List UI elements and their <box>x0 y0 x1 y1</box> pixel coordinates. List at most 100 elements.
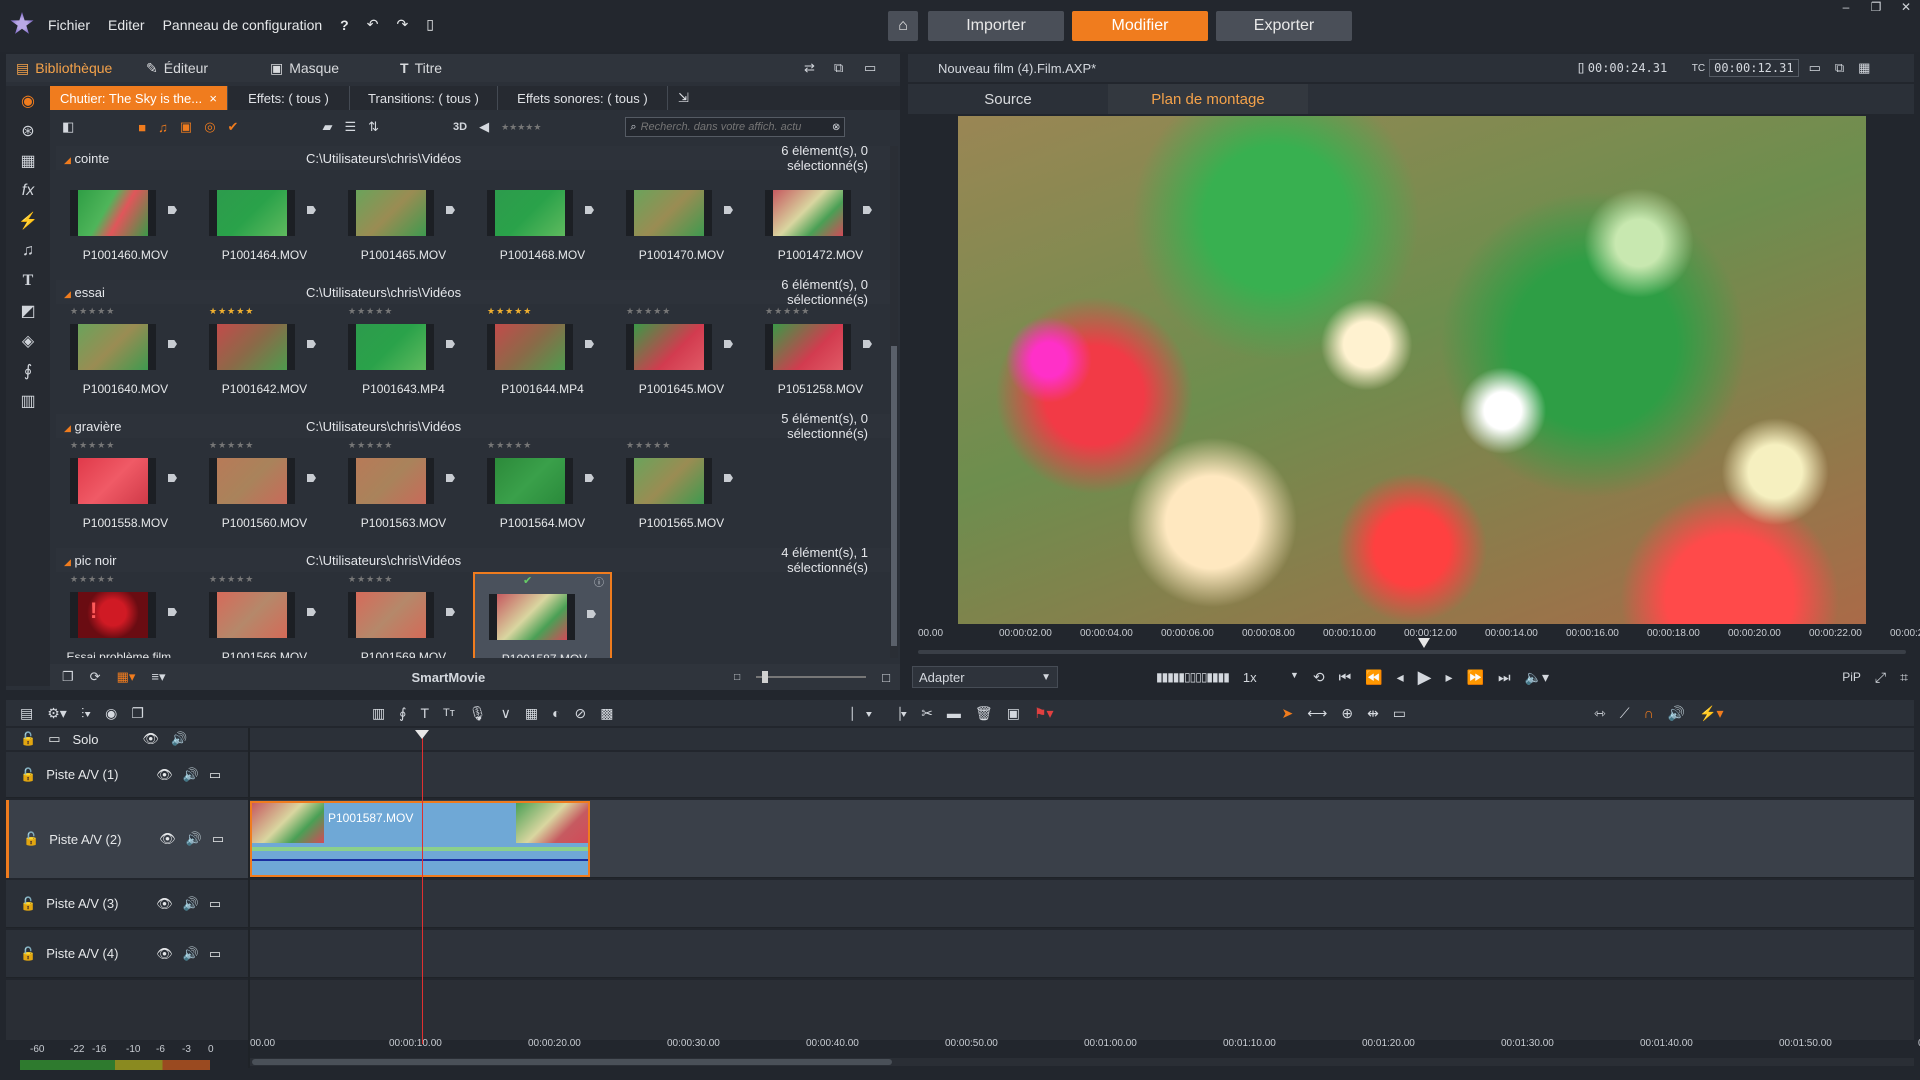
media-thumbnail[interactable]: ★★★★★ P1001564.MOV <box>473 438 612 548</box>
rating-stars[interactable]: ★★★★★ <box>487 440 532 451</box>
collapse-icon[interactable]: ◢ <box>64 557 71 567</box>
pin-icon[interactable]: ⇲ <box>668 86 699 110</box>
group-header[interactable]: ◢ essai C:\Utilisateurs\chris\Vidéos 6 é… <box>56 277 890 307</box>
eye-icon[interactable]: 👁 <box>156 946 173 962</box>
media-thumbnail[interactable]: ★★★★★ P1001642.MOV <box>195 304 334 414</box>
smartmovie-button[interactable]: SmartMovie <box>412 670 486 685</box>
media-thumbnail[interactable]: ★★★★★ P1001560.MOV <box>195 438 334 548</box>
large-thumb-icon[interactable]: □ <box>882 670 890 685</box>
rating-stars[interactable]: ★★★★★ <box>209 440 254 451</box>
track-options-icon[interactable]: ⫶▾ <box>81 705 91 722</box>
previous-frame-icon[interactable]: ⏪ <box>1365 669 1382 686</box>
crop-icon[interactable]: ⌗ <box>1900 669 1908 686</box>
ripple-icon[interactable]: ▬ <box>947 705 961 721</box>
lock-icon[interactable]: 🔓 <box>20 767 36 783</box>
tag-icon[interactable]: ◀ <box>479 119 489 135</box>
snapshot-icon[interactable]: ▣ <box>1007 705 1020 722</box>
beat-icon[interactable]: ∨ <box>501 705 511 722</box>
selection-tool-icon[interactable]: ➤ <box>1282 705 1294 722</box>
marker-out-icon[interactable]: ⎹▾ <box>886 705 907 722</box>
player-playhead[interactable] <box>1418 638 1430 648</box>
tab-timeline[interactable]: Plan de montage <box>1108 84 1308 114</box>
close-tab-icon[interactable]: × <box>209 91 217 106</box>
lock-icon[interactable]: 🔓 <box>20 946 36 962</box>
small-thumb-icon[interactable]: □ <box>734 672 740 683</box>
collapse-icon[interactable]: ◢ <box>64 289 71 299</box>
timeline-empty-area[interactable] <box>6 980 1914 1040</box>
pip-button[interactable]: PiP <box>1842 670 1861 684</box>
timeline-ruler[interactable]: 00.00 00:00:10.00 00:00:20.00 00:00:30.00 00… <box>250 1038 1920 1054</box>
project-filter-icon[interactable]: ◎ <box>204 119 215 135</box>
tab-bin[interactable]: Chutier: The Sky is the... × <box>50 86 228 110</box>
clip-volume-line[interactable] <box>252 859 588 861</box>
trim-icon[interactable]: ⟷ <box>1307 705 1327 722</box>
player-layout-icon[interactable]: ▦ <box>1858 60 1870 76</box>
rating-stars[interactable]: ★★★★★ <box>348 306 393 317</box>
detach-player-icon[interactable]: ⧉ <box>1835 60 1844 76</box>
go-to-end-icon[interactable]: ⏭ <box>1498 669 1511 686</box>
lock-icon[interactable]: 🔓 <box>20 731 36 747</box>
menu-icon[interactable]: ≡▾ <box>151 669 165 685</box>
slip-icon[interactable]: ⊕ <box>1341 705 1353 722</box>
layout-icon[interactable]: ▭ <box>864 60 900 76</box>
go-to-start-icon[interactable]: ⏮ <box>1339 669 1352 686</box>
split-audio-icon[interactable]: ⇿ <box>1594 705 1606 722</box>
media-thumbnail[interactable]: ★★★★★ P1001565.MOV <box>612 438 751 548</box>
library-scrollbar[interactable] <box>890 146 898 658</box>
rating-stars[interactable]: ★★★★★ <box>765 306 810 317</box>
razor-icon[interactable]: ✂ <box>921 705 933 722</box>
grid-view-icon[interactable]: ▦▾ <box>117 669 136 685</box>
effects-icon[interactable]: ⊛ <box>6 116 50 146</box>
transitions-icon[interactable]: ⚡ <box>6 206 50 236</box>
lock-icon[interactable]: 🔓 <box>23 831 39 847</box>
rating-stars[interactable]: ★★★★★ <box>626 306 671 317</box>
search-input[interactable] <box>640 121 829 133</box>
bin-add-icon[interactable]: ◧ <box>62 119 74 135</box>
audio-mixer-icon[interactable]: ▥ <box>372 705 385 722</box>
multicam-icon[interactable]: ▦ <box>525 705 538 722</box>
tab-editor[interactable]: ✎ Éditeur <box>146 60 270 77</box>
volume-icon[interactable]: 🔈▾ <box>1525 669 1549 686</box>
media-thumbnail[interactable]: P1001464.MOV <box>195 170 334 280</box>
media-thumbnail[interactable]: ★★★★★ P1001566.MOV <box>195 572 334 658</box>
blend-icon[interactable]: ⊘ <box>575 705 587 722</box>
track-lane-3[interactable] <box>250 880 1914 928</box>
tab-title[interactable]: T Titre <box>400 60 530 76</box>
export-button[interactable]: Exporter <box>1216 11 1352 41</box>
tab-sound-effects[interactable]: Effets sonores: ( tous ) <box>498 86 668 110</box>
detach-icon[interactable]: ⧉ <box>834 60 864 76</box>
media-thumbnail[interactable]: P1001465.MOV <box>334 170 473 280</box>
magnet-icon[interactable]: ∩ <box>1644 705 1654 721</box>
swap-icon[interactable]: ⇄ <box>804 60 834 76</box>
tab-transitions[interactable]: Transitions: ( tous ) <box>350 86 498 110</box>
media-thumbnail[interactable]: ✔ⓘP1001587.MOV <box>473 572 612 658</box>
shuttle-control[interactable]: ▮▮▮▮▮▯▯▯▯▮▮▮▮ <box>1156 670 1230 684</box>
expand-icon[interactable]: ⤢ <box>1875 669 1886 686</box>
magic-icon[interactable]: ⟋ <box>1620 705 1630 722</box>
timeline-settings-icon[interactable]: ▤ <box>20 705 33 722</box>
media-thumbnail[interactable]: ★★★★★ P1001644.MP4 <box>473 304 612 414</box>
info-icon[interactable]: ⓘ <box>594 574 604 589</box>
playhead-handle[interactable] <box>415 730 429 739</box>
audio-scrub-icon[interactable]: 🔊 <box>1668 705 1685 722</box>
edit-button[interactable]: Modifier <box>1072 11 1208 41</box>
rating-stars[interactable]: ★★★★★ <box>487 306 532 317</box>
eye-icon[interactable]: 👁 <box>159 831 176 847</box>
tab-library[interactable]: ▤ Bibliothèque <box>6 60 146 77</box>
timeline-clip[interactable]: P1001587.MOV <box>250 801 590 877</box>
disc-icon[interactable]: ◉ <box>105 705 117 722</box>
track-lane-4[interactable] <box>250 930 1914 978</box>
media-thumbnail[interactable]: ★★★★★ P1001563.MOV <box>334 438 473 548</box>
step-back-icon[interactable]: ◂ <box>1397 669 1404 686</box>
motion-tracking-icon[interactable]: ▩ <box>600 705 613 722</box>
media-thumbnail[interactable]: P1001470.MOV <box>612 170 751 280</box>
media-icon[interactable]: ▦ <box>6 146 50 176</box>
copy-icon[interactable]: ❐ <box>62 669 74 685</box>
media-thumbnail[interactable]: ★★★★★ P1001643.MP4 <box>334 304 473 414</box>
music-icon[interactable]: ♫ <box>6 236 50 266</box>
monitor-icon[interactable]: ▭ <box>209 946 221 962</box>
collapse-icon[interactable]: ◢ <box>64 423 71 433</box>
snap-icon[interactable]: ⚡▾ <box>1699 705 1723 722</box>
speaker-icon[interactable]: 🔊 <box>171 731 187 747</box>
rating-stars[interactable]: ★★★★★ <box>70 440 115 451</box>
